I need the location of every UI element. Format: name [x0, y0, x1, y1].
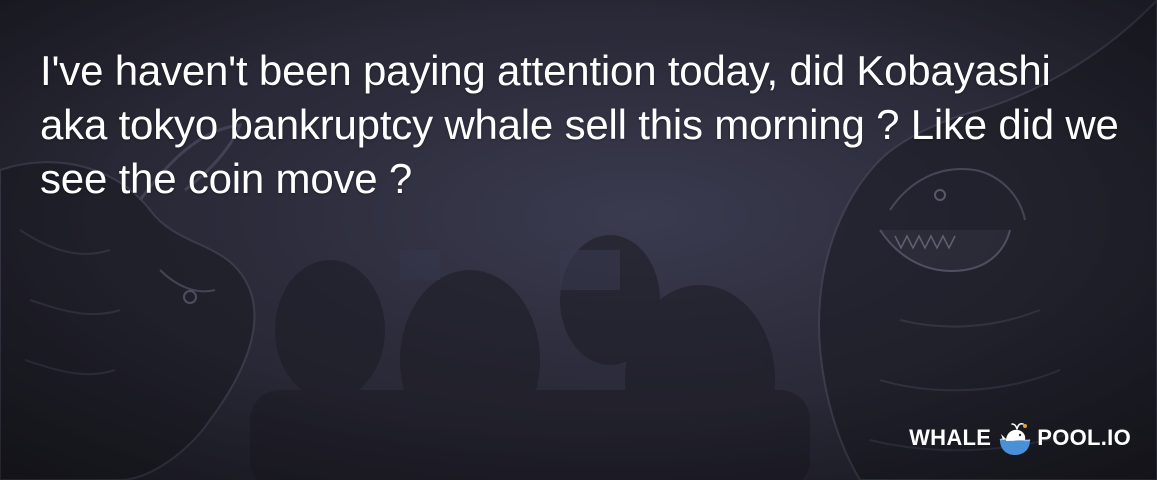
- whale-icon: [999, 423, 1031, 455]
- quote-card: I've haven't been paying attention today…: [0, 0, 1157, 480]
- logo-text-whale: WHALE: [909, 425, 992, 450]
- post-text: I've haven't been paying attention today…: [40, 47, 1119, 203]
- logo-text-pool: POOL.IO: [1037, 425, 1131, 450]
- whalepool-logo: WHALE POOL.IO: [909, 418, 1131, 458]
